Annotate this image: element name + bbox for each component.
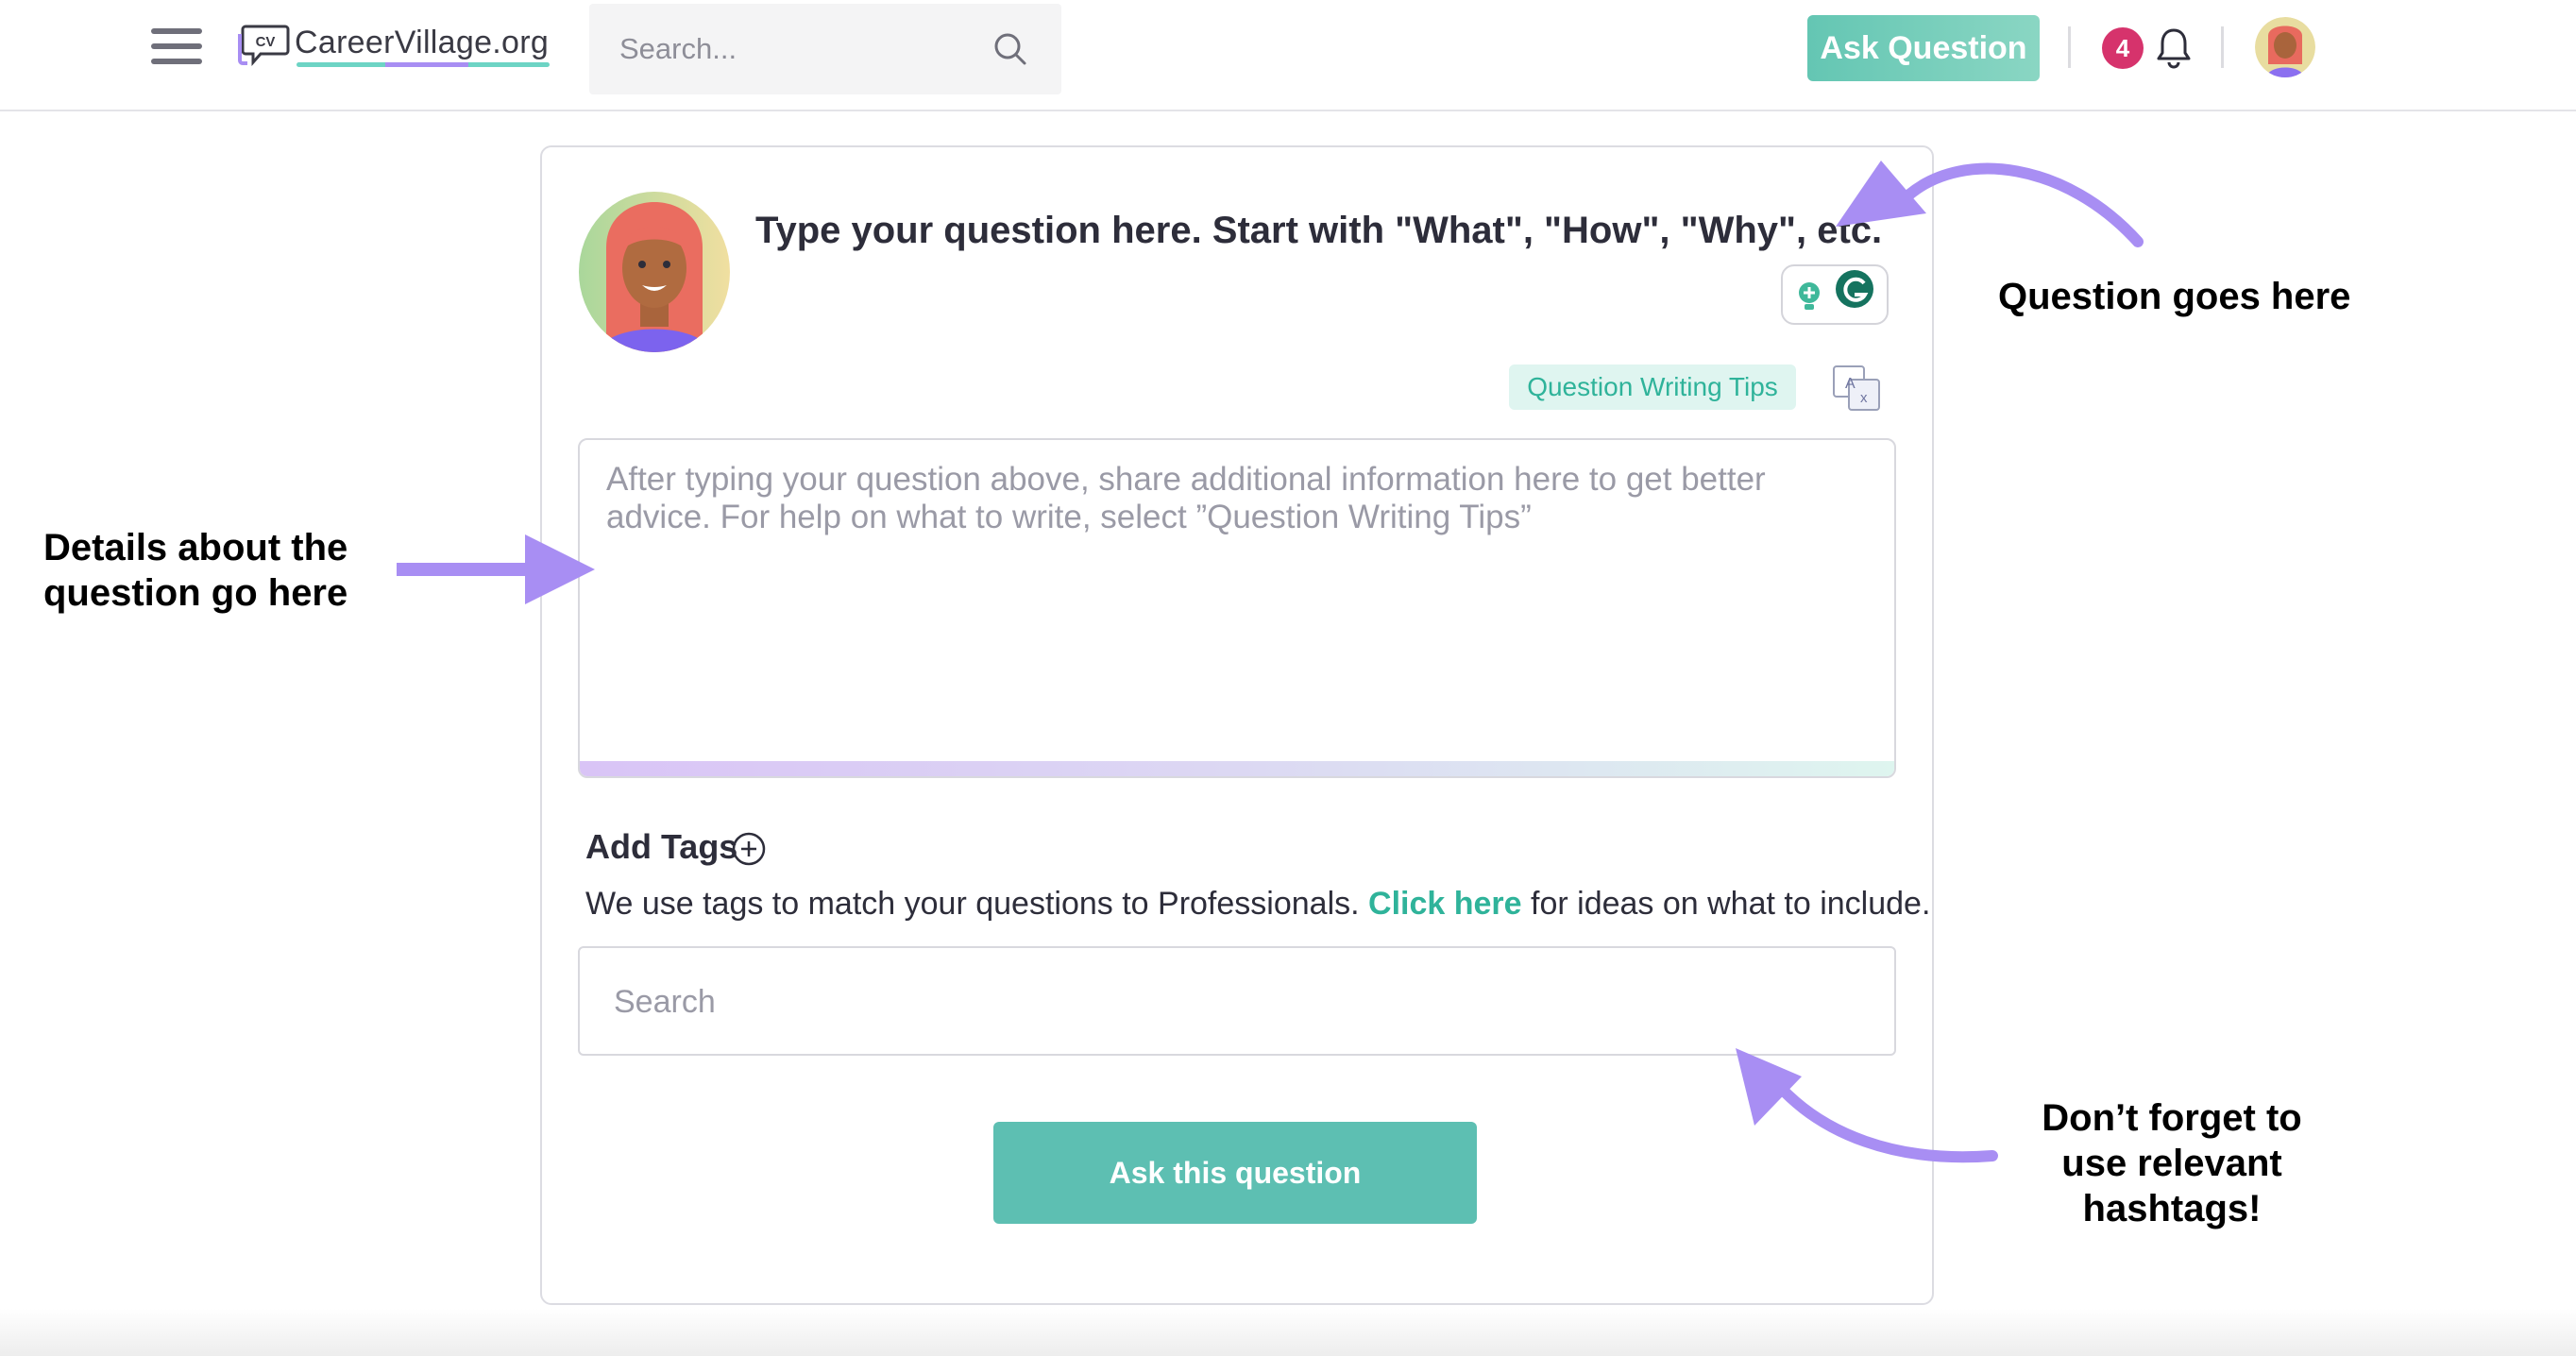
- annotation-hashtags-line1: Don’t forget to: [2042, 1097, 2302, 1139]
- annotation-hashtags-line2: use relevant: [2061, 1143, 2282, 1184]
- annotation-hashtags: Don’t forget to use relevant hashtags!: [1983, 1095, 2361, 1231]
- tags-arrow: [1736, 1048, 1998, 1163]
- annotation-hashtags-line3: hashtags!: [2082, 1188, 2262, 1229]
- question-arrow: [1836, 161, 2144, 247]
- page-bottom-shadow: [0, 1309, 2576, 1356]
- annotation-details: Details about the question go here: [43, 525, 347, 616]
- annotation-details-line1: Details about the: [43, 527, 348, 568]
- annotation-details-line2: question go here: [43, 572, 348, 614]
- annotation-question-goes-here: Question goes here: [1998, 276, 2351, 317]
- details-arrow: [397, 534, 595, 604]
